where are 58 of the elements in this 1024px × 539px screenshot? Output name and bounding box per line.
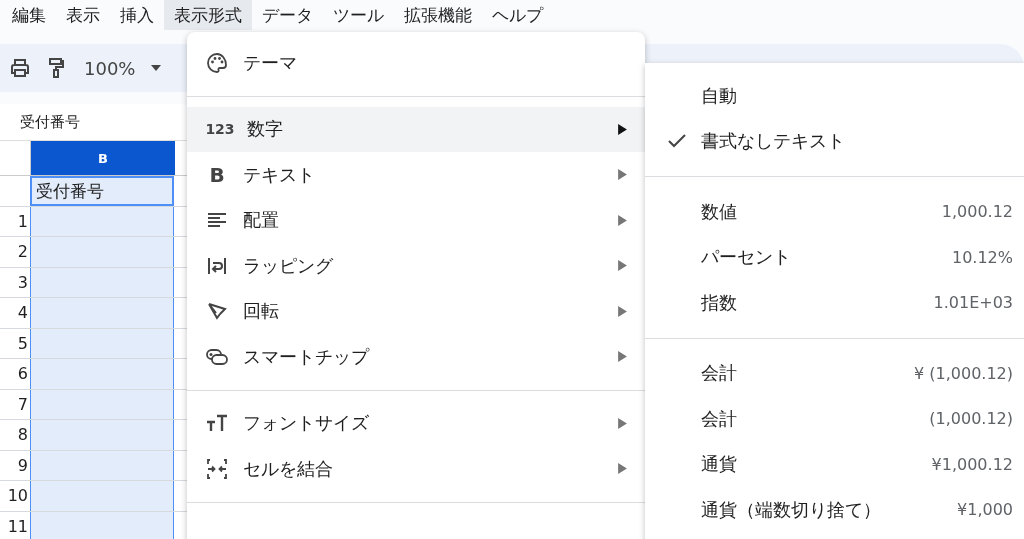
menu-item[interactable]: セルを結合 — [187, 446, 645, 492]
table-cell[interactable] — [30, 389, 174, 419]
menu-item[interactable]: 回転 — [187, 288, 645, 334]
menu-item[interactable]: 挿入 — [110, 0, 164, 30]
row-number: 10 — [6, 485, 29, 507]
palette-icon — [205, 50, 229, 75]
table-cell[interactable] — [30, 237, 174, 267]
menu-item[interactable]: 表示 — [56, 0, 110, 30]
format-icon: 123 — [203, 117, 237, 142]
menu-item[interactable]: 通貨（端数切り捨て） ¥1,000 — [645, 487, 1024, 533]
menu-item[interactable]: 書式なしテキスト — [645, 118, 1024, 164]
row-number: 7 — [16, 393, 29, 416]
format-icon: B — [205, 162, 229, 187]
menu-item[interactable]: スマートチップ — [187, 334, 645, 380]
menu-item[interactable]: データ — [252, 0, 323, 30]
table-cell[interactable] — [30, 481, 174, 511]
table-cell[interactable] — [30, 450, 174, 480]
menu-item[interactable]: フォントサイズ — [187, 400, 645, 446]
formula-value[interactable]: 受付番号 — [20, 112, 80, 132]
caret-icon[interactable] — [151, 65, 162, 71]
menu-item[interactable]: 数値 1,000.12 — [645, 189, 1024, 235]
row-number: 9 — [16, 454, 29, 477]
row-number: 1 — [16, 210, 29, 233]
table-cell[interactable] — [30, 267, 174, 297]
menu-item[interactable]: 表示形式 — [164, 0, 252, 30]
table-cell[interactable] — [30, 420, 174, 450]
column-header[interactable]: B — [31, 141, 175, 175]
zoom-select[interactable]: 100% — [80, 57, 140, 79]
menu-item[interactable]: ツール — [323, 0, 394, 30]
row-number: 3 — [16, 271, 29, 294]
table-cell[interactable] — [30, 328, 174, 358]
print-icon[interactable] — [8, 56, 32, 80]
table-cell[interactable]: 受付番号 — [30, 176, 174, 206]
row-number: 6 — [16, 363, 29, 385]
menu-item[interactable]: パーセント 10.12% — [645, 234, 1024, 280]
menu-item[interactable]: 会計 (1,000.12) — [645, 396, 1024, 442]
table-cell[interactable] — [30, 511, 174, 539]
menu-item[interactable]: 123 数字 — [187, 106, 645, 152]
menu-item[interactable]: 指数 1.01E+03 — [645, 280, 1024, 326]
menu-item[interactable]: 自動 — [645, 73, 1024, 119]
menu-item[interactable]: 編集 — [2, 0, 56, 30]
menu-item[interactable]: B テキスト — [187, 152, 645, 198]
menu-item[interactable]: 通貨 ¥1,000.12 — [645, 441, 1024, 487]
table-cell[interactable] — [30, 206, 174, 236]
row-number: 8 — [16, 424, 29, 446]
menu-item[interactable]: ラッピング — [187, 243, 645, 289]
table-cell[interactable] — [30, 359, 174, 389]
menu-item[interactable]: 会計 ¥ (1,000.12) — [645, 350, 1024, 396]
row-number: 2 — [16, 241, 29, 263]
menu-item[interactable]: 拡張機能 — [394, 0, 482, 30]
menu-item[interactable]: 配置 — [187, 197, 645, 243]
menu-item[interactable]: テーマ — [187, 40, 645, 86]
menu-item[interactable]: ヘルプ — [482, 0, 553, 30]
table-cell[interactable] — [30, 298, 174, 328]
row-number: 4 — [16, 302, 29, 324]
merge-cells-icon — [205, 456, 229, 481]
row-number: 11 — [6, 515, 29, 538]
row-number: 5 — [16, 332, 29, 355]
